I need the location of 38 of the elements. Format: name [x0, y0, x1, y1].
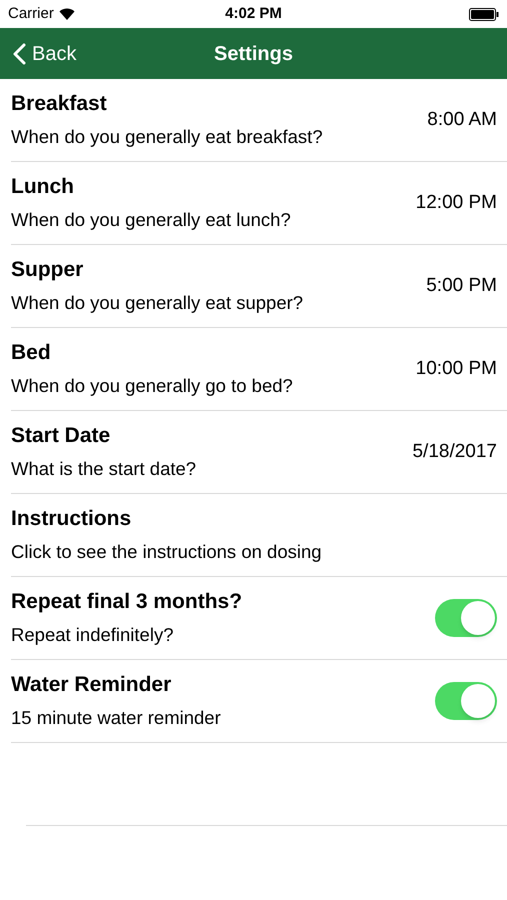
- settings-row[interactable]: Bed When do you generally go to bed? 10:00 PM: [11, 328, 507, 411]
- battery-icon: [469, 8, 499, 20]
- toggle-switch[interactable]: [435, 599, 497, 637]
- row-title: Lunch: [11, 174, 75, 200]
- row-title: Water Reminder: [11, 672, 172, 698]
- carrier-name: Carrier: [8, 4, 54, 24]
- settings-row[interactable]: Repeat final 3 months? Repeat indefinitely?: [11, 577, 507, 660]
- row-subtitle: 15 minute water reminder: [11, 706, 221, 730]
- row-subtitle: When do you generally go to bed?: [11, 374, 293, 398]
- row-value: 8:00 AM: [427, 108, 497, 132]
- row-subtitle: What is the start date?: [11, 457, 196, 481]
- clock-time: 4:02 PM: [225, 4, 282, 24]
- settings-row[interactable]: Instructions Click to see the instructions on dosing: [11, 494, 507, 577]
- row-title: Repeat final 3 months?: [11, 589, 242, 615]
- screen-title: Settings: [214, 42, 293, 66]
- row-subtitle: When do you generally eat supper?: [11, 291, 304, 315]
- row-title: Breakfast: [11, 91, 108, 117]
- row-subtitle: Repeat indefinitely?: [11, 623, 174, 647]
- row-value: 5:00 PM: [426, 274, 497, 298]
- row-subtitle: When do you generally eat breakfast?: [11, 125, 323, 149]
- row-title: Supper: [11, 257, 84, 283]
- row-title: Instructions: [11, 506, 132, 532]
- settings-row[interactable]: Supper When do you generally eat supper? 5:00 PM: [11, 245, 507, 328]
- row-subtitle: When do you generally eat lunch?: [11, 208, 291, 232]
- row-value: 12:00 PM: [416, 190, 497, 215]
- settings-row[interactable]: Water Reminder 15 minute water reminder: [11, 660, 507, 743]
- back-button[interactable]: Back: [0, 38, 76, 68]
- toggle-switch[interactable]: [435, 682, 497, 720]
- settings-row[interactable]: Start Date What is the start date? 5/18/2017: [11, 411, 507, 494]
- row-value: 5/18/2017: [412, 440, 497, 464]
- chevron-left-icon: [13, 42, 26, 64]
- row-title: Start Date: [11, 423, 112, 449]
- settings-row[interactable]: Breakfast When do you generally eat breakfast? 8:00 AM: [11, 79, 507, 162]
- wifi-icon: [58, 8, 75, 20]
- row-title: Bed: [11, 340, 52, 366]
- settings-row[interactable]: Lunch When do you generally eat lunch? 12:00 PM: [11, 162, 507, 245]
- row-value: 10:00 PM: [416, 356, 497, 381]
- row-subtitle: Click to see the instructions on dosing: [11, 540, 322, 564]
